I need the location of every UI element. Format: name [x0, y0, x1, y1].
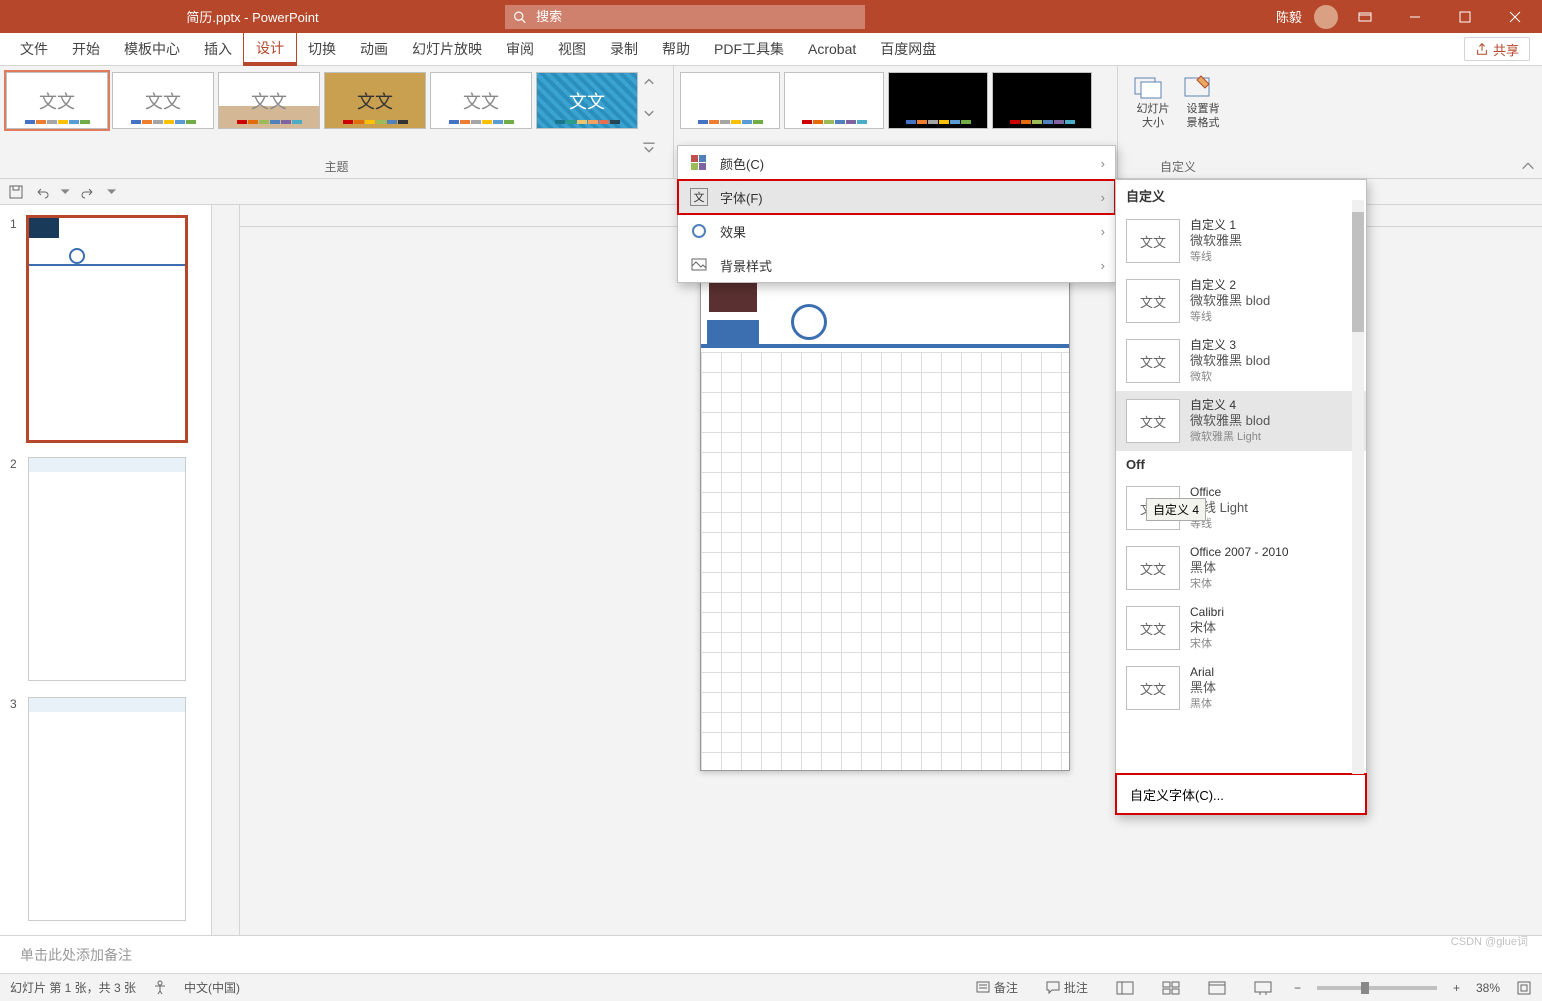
slide-thumbnail[interactable]	[28, 457, 186, 681]
section-custom: 自定义	[1116, 180, 1366, 211]
themes-group: 文文 文文 文文 文文 文文 文文 主题	[0, 66, 674, 178]
variant-thumb[interactable]	[680, 72, 780, 129]
font-scheme-item[interactable]: 文文 自定义 4微软雅黑 blod微软雅黑 Light	[1116, 391, 1366, 451]
tab-view[interactable]: 视图	[546, 33, 598, 65]
language-label[interactable]: 中文(中国)	[184, 979, 240, 996]
theme-thumb[interactable]: 文文	[6, 72, 108, 129]
effects-icon	[690, 222, 708, 240]
tab-help[interactable]: 帮助	[650, 33, 702, 65]
variant-thumb[interactable]	[784, 72, 884, 129]
search-box[interactable]	[505, 5, 865, 29]
tab-record[interactable]: 录制	[598, 33, 650, 65]
colors-icon	[690, 154, 708, 172]
menu-bg-styles[interactable]: 背景样式›	[678, 248, 1115, 282]
tab-animations[interactable]: 动画	[348, 33, 400, 65]
ribbon-tabs: 文件 开始 模板中心 插入 设计 切换 动画 幻灯片放映 审阅 视图 录制 帮助…	[0, 33, 1542, 66]
gallery-down-icon[interactable]	[642, 107, 656, 121]
fonts-icon: 文	[690, 188, 708, 206]
theme-thumb[interactable]: 文文	[536, 72, 638, 129]
bg-styles-icon	[690, 256, 708, 274]
tab-transitions[interactable]: 切换	[296, 33, 348, 65]
tab-home[interactable]: 开始	[60, 33, 112, 65]
slide-item[interactable]: 1	[10, 217, 201, 441]
format-background-button[interactable]: 设置背 景格式	[1183, 74, 1223, 130]
gallery-more-icon[interactable]	[642, 139, 656, 153]
menu-colors[interactable]: 颜色(C)›	[678, 146, 1115, 180]
theme-thumb[interactable]: 文文	[218, 72, 320, 129]
qat-more-icon[interactable]: ⏷	[106, 184, 116, 200]
share-button[interactable]: 共享	[1464, 37, 1530, 61]
notes-button[interactable]: 备注	[970, 979, 1024, 996]
variant-thumb[interactable]	[888, 72, 988, 129]
theme-thumb[interactable]: 文文	[112, 72, 214, 129]
share-icon	[1475, 42, 1489, 56]
gallery-up-icon[interactable]	[642, 74, 656, 88]
tab-slideshow[interactable]: 幻灯片放映	[400, 33, 494, 65]
slide-thumbnail[interactable]	[28, 697, 186, 921]
save-icon[interactable]	[8, 184, 24, 200]
user-avatar[interactable]	[1314, 5, 1338, 29]
close-button[interactable]	[1492, 0, 1538, 33]
font-scheme-item[interactable]: 文文 自定义 3微软雅黑 blod微软	[1116, 331, 1366, 391]
slide-thumbnail[interactable]	[28, 217, 186, 441]
collapse-ribbon-icon[interactable]	[1520, 158, 1536, 174]
user-name[interactable]: 陈毅	[1268, 7, 1310, 26]
font-scheme-item[interactable]: 文文 自定义 2微软雅黑 blod等线	[1116, 271, 1366, 331]
search-input[interactable]	[536, 9, 857, 24]
maximize-button[interactable]	[1442, 0, 1488, 33]
tab-design[interactable]: 设计	[244, 33, 296, 65]
slide-item[interactable]: 2	[10, 457, 201, 681]
font-scheme-item[interactable]: 文文 Arial黑体黑体	[1116, 658, 1366, 718]
font-scheme-panel: 自定义 文文 自定义 1微软雅黑等线 文文 自定义 2微软雅黑 blod等线 文…	[1115, 179, 1367, 815]
tab-insert[interactable]: 插入	[192, 33, 244, 65]
slide-canvas[interactable]	[700, 251, 1070, 771]
section-office: Off	[1116, 451, 1366, 478]
tab-review[interactable]: 审阅	[494, 33, 546, 65]
variant-dropdown: 颜色(C)› 文 字体(F)› 效果› 背景样式›	[677, 145, 1116, 283]
font-scheme-item[interactable]: 文文 Calibri宋体宋体	[1116, 598, 1366, 658]
tab-template[interactable]: 模板中心	[112, 33, 192, 65]
customize-group: 幻灯片 大小 设置背 景格式 自定义	[1118, 66, 1238, 178]
tab-file[interactable]: 文件	[8, 33, 60, 65]
tab-baidu[interactable]: 百度网盘	[868, 33, 948, 65]
slide-panel: 1 2 3	[0, 205, 212, 935]
theme-thumb[interactable]: 文文	[430, 72, 532, 129]
slide-counter[interactable]: 幻灯片 第 1 张，共 3 张	[10, 979, 136, 996]
menu-effects[interactable]: 效果›	[678, 214, 1115, 248]
scrollbar[interactable]	[1352, 200, 1364, 774]
minimize-button[interactable]	[1392, 0, 1438, 33]
comments-button[interactable]: 批注	[1040, 979, 1094, 996]
notes-pane[interactable]: 单击此处添加备注	[0, 935, 1542, 973]
theme-thumb[interactable]: 文文	[324, 72, 426, 129]
title-bar: 简历.pptx - PowerPoint 陈毅	[0, 0, 1542, 33]
tab-pdf[interactable]: PDF工具集	[702, 33, 796, 65]
slide-size-button[interactable]: 幻灯片 大小	[1133, 74, 1173, 130]
vertical-ruler	[212, 205, 240, 935]
undo-icon[interactable]	[34, 184, 50, 200]
variant-thumb[interactable]	[992, 72, 1092, 129]
notes-placeholder: 单击此处添加备注	[20, 945, 132, 965]
accessibility-icon[interactable]	[152, 980, 168, 996]
menu-fonts[interactable]: 文 字体(F)›	[678, 180, 1115, 214]
themes-label: 主题	[0, 155, 673, 178]
status-bar: 幻灯片 第 1 张，共 3 张 中文(中国) 备注 批注 − + 38%	[0, 973, 1542, 1001]
customize-label: 自定义	[1118, 155, 1238, 178]
watermark: CSDN @glue词	[1451, 933, 1528, 949]
customize-fonts-button[interactable]: 自定义字体(C)...	[1116, 774, 1366, 814]
font-scheme-item[interactable]: 文文 自定义 1微软雅黑等线	[1116, 211, 1366, 271]
ribbon-display-button[interactable]	[1342, 0, 1388, 33]
font-scheme-item[interactable]: 文文 Office 2007 - 2010黑体宋体	[1116, 538, 1366, 598]
tab-acrobat[interactable]: Acrobat	[796, 33, 868, 65]
search-icon	[513, 10, 526, 24]
format-bg-icon	[1183, 74, 1213, 102]
fit-window-icon[interactable]	[1516, 980, 1532, 996]
zoom-slider[interactable]	[1317, 986, 1437, 990]
slide-item[interactable]: 3	[10, 697, 201, 921]
slide-size-icon	[1133, 74, 1163, 102]
redo-icon[interactable]	[80, 184, 96, 200]
tooltip: 自定义 4	[1146, 498, 1206, 521]
window-title: 简历.pptx - PowerPoint	[0, 7, 505, 26]
